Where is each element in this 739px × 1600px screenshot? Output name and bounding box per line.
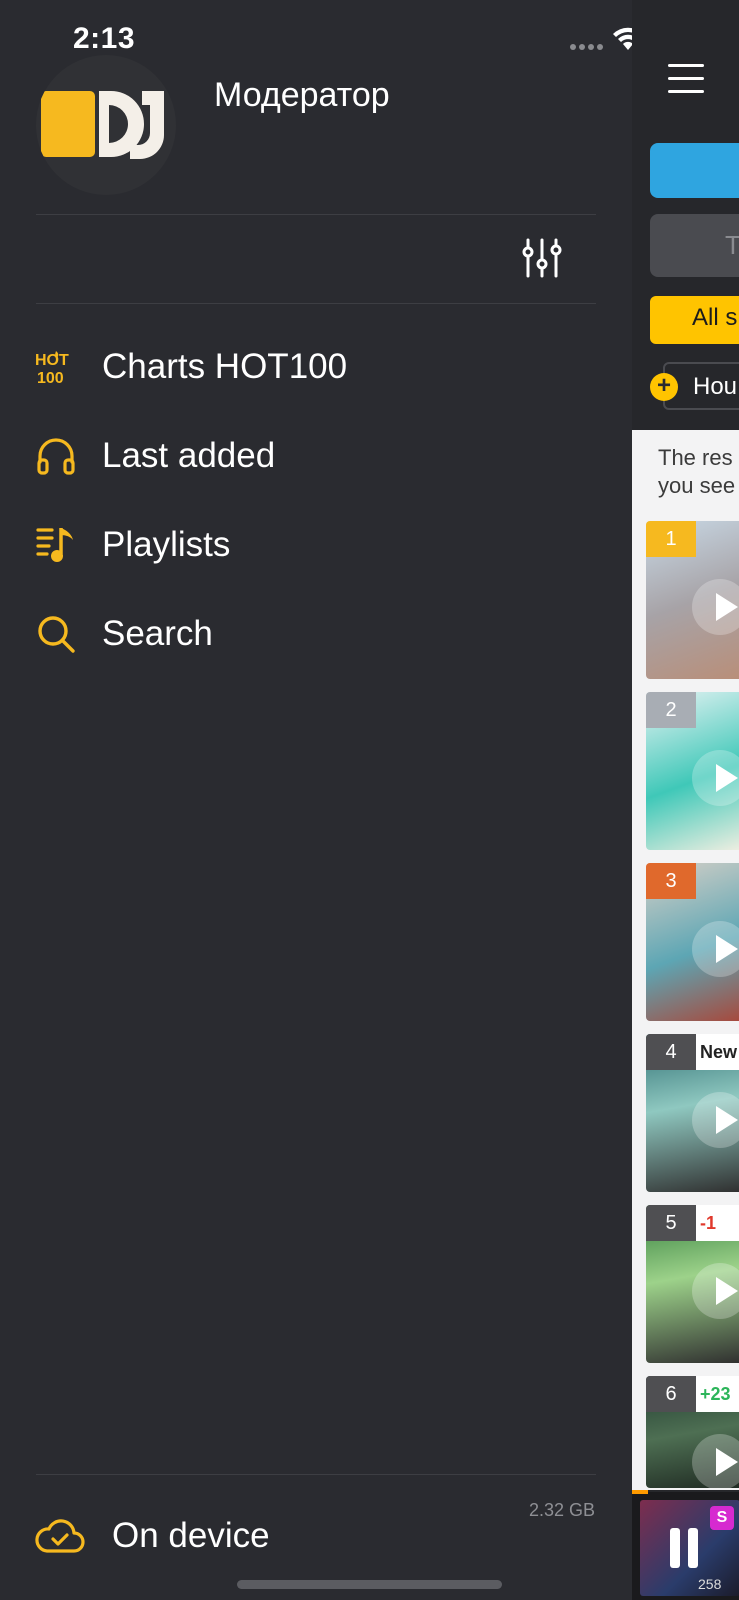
results-note-line1: The res [658, 445, 733, 470]
cellular-signal-icon [570, 44, 603, 50]
on-device-label: On device [112, 1516, 270, 1555]
position-change: -1 [696, 1205, 739, 1241]
svg-text:HOT: HOT [35, 352, 69, 369]
avatar[interactable] [36, 55, 176, 195]
rank-badge: 1 [646, 521, 696, 557]
play-icon[interactable] [692, 921, 739, 977]
menu-item-on-device[interactable]: On device [34, 1506, 270, 1566]
menu-item-label: Charts HOT100 [102, 347, 348, 386]
track-card[interactable]: 1 [646, 521, 739, 679]
rank-badge: 3 [646, 863, 696, 899]
track-card[interactable]: 4 New [646, 1034, 739, 1192]
results-note: The res you see [658, 444, 735, 500]
grey-action-button[interactable]: T [650, 214, 739, 277]
status-time: 2:13 [73, 22, 136, 55]
add-genre-icon[interactable]: + [650, 373, 678, 401]
track-card[interactable]: 3 [646, 863, 739, 1021]
menu-item-label: Last added [102, 436, 276, 475]
divider [36, 214, 596, 215]
menu-item-search[interactable]: Search [34, 604, 594, 664]
equalizer-settings-icon[interactable] [520, 236, 564, 280]
track-card[interactable]: 5 -1 [646, 1205, 739, 1363]
dj-logo-icon [41, 91, 164, 159]
rank-badge: 6 [646, 1376, 696, 1412]
svg-text:100: 100 [37, 370, 64, 385]
headphones-icon [34, 434, 78, 478]
play-icon[interactable] [692, 1092, 739, 1148]
pause-icon[interactable] [670, 1528, 680, 1568]
all-styles-button[interactable]: All s [650, 296, 739, 344]
menu-item-last-added[interactable]: Last added [34, 426, 594, 486]
mini-player-count: 258 [698, 1576, 722, 1592]
hot100-icon: HOT 100 [34, 345, 78, 389]
pause-icon-bar [688, 1528, 698, 1568]
storage-size: 2.32 GB [528, 1500, 595, 1520]
results-note-line2: you see [658, 473, 736, 498]
s-badge-icon: S [710, 1506, 734, 1530]
play-icon[interactable] [692, 750, 739, 806]
menu-item-label: Search [102, 614, 213, 653]
rank-badge: 2 [646, 692, 696, 728]
divider [36, 303, 596, 304]
play-icon[interactable] [692, 579, 739, 635]
playlist-icon [34, 523, 78, 567]
position-change: New [696, 1034, 739, 1070]
track-card[interactable]: 2 [646, 692, 739, 850]
play-icon[interactable] [692, 1434, 739, 1488]
search-icon [34, 612, 78, 656]
rank-badge: 5 [646, 1205, 696, 1241]
mini-player-progress [632, 1490, 648, 1494]
mini-player-artwork[interactable]: S 258 [640, 1500, 739, 1596]
rank-badge: 4 [646, 1034, 696, 1070]
blue-action-button[interactable] [650, 143, 739, 198]
cloud-check-icon [34, 1514, 86, 1558]
hamburger-menu-icon[interactable] [668, 64, 704, 103]
genre-chip-label: Hou [693, 373, 738, 400]
track-card[interactable]: 6 +23 [646, 1376, 739, 1488]
play-icon[interactable] [692, 1263, 739, 1319]
menu-item-playlists[interactable]: Playlists [34, 515, 594, 575]
position-change: +23 [696, 1376, 739, 1412]
username: Модератор [214, 76, 390, 114]
home-indicator [237, 1580, 502, 1589]
divider [36, 1474, 596, 1475]
menu-item-label: Playlists [102, 525, 231, 564]
menu-item-charts-hot100[interactable]: HOT 100 Charts HOT100 [34, 337, 594, 397]
